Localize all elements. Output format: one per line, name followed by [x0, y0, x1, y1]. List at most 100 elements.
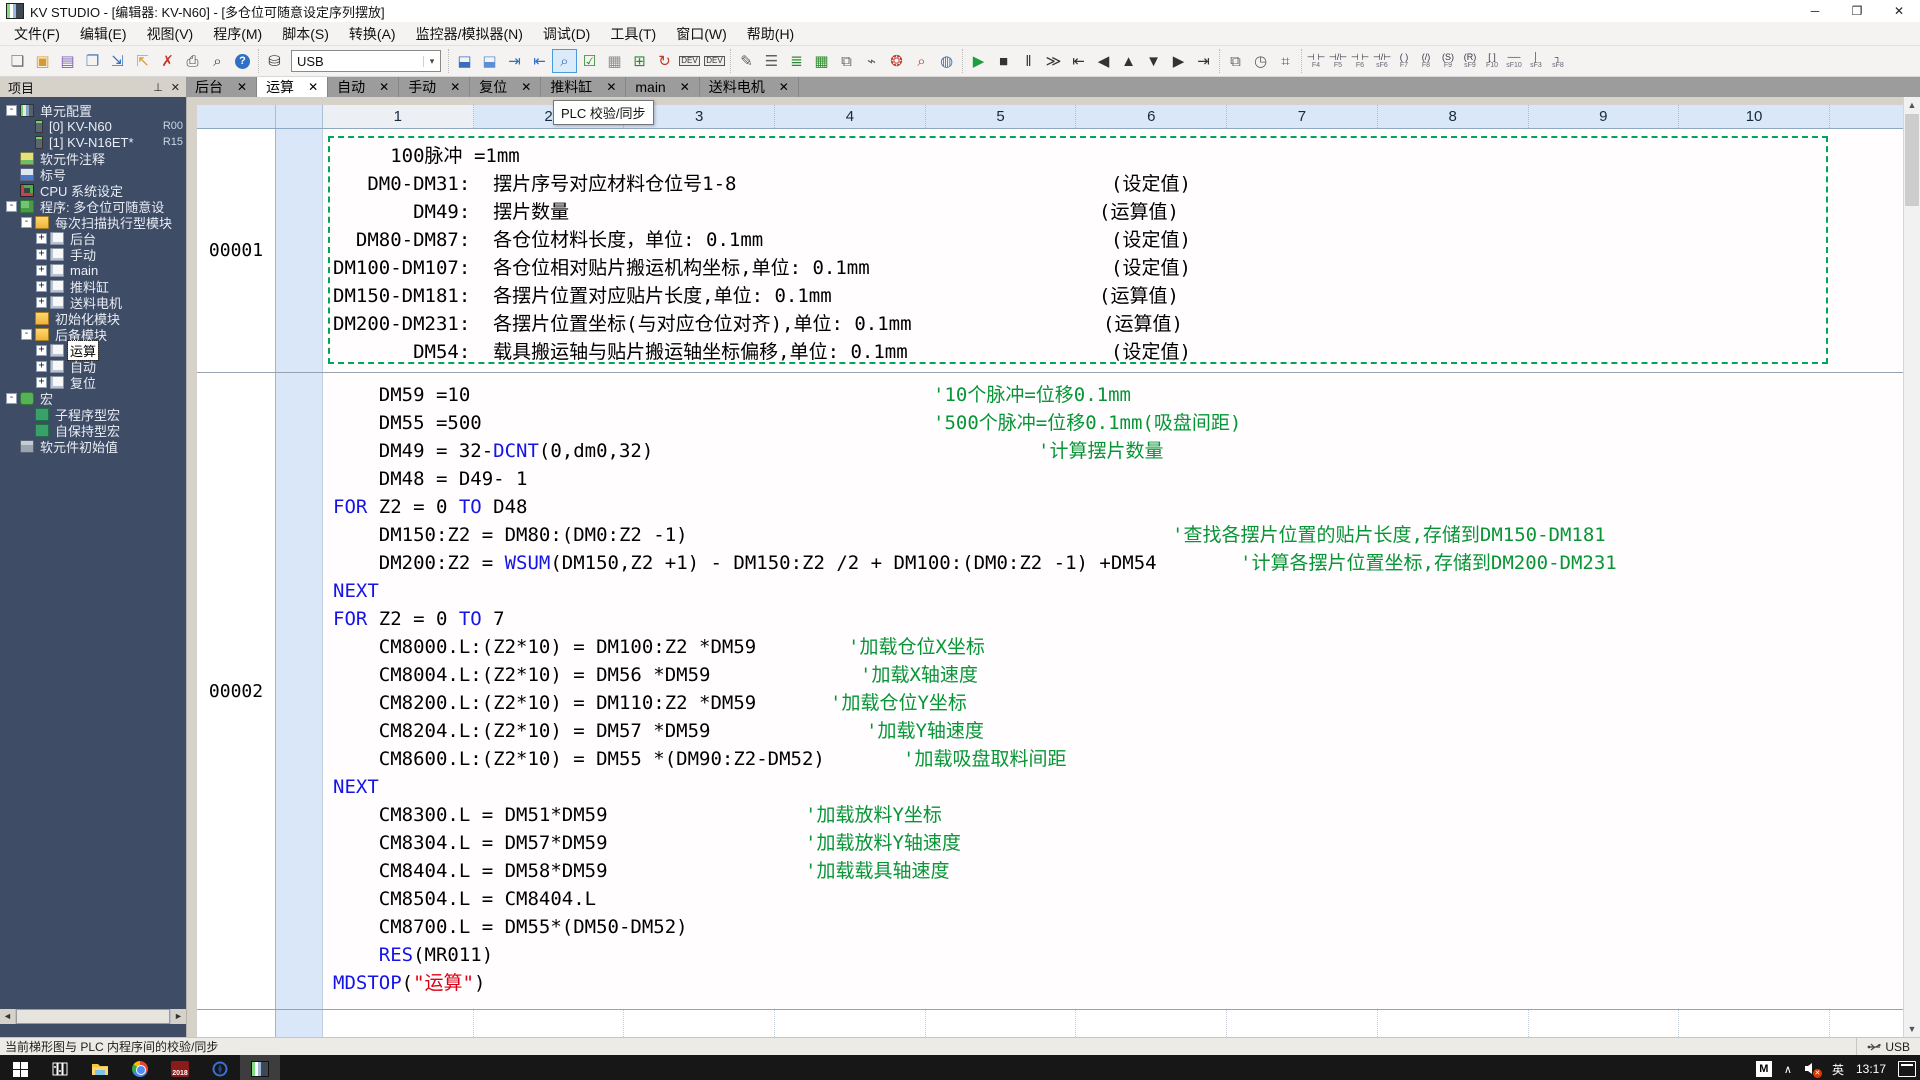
- contact-no-button[interactable]: ⊣ ⊢ F4: [1305, 49, 1327, 73]
- coil-reset-button[interactable]: (R) sF9: [1459, 49, 1481, 73]
- device-value-set-button[interactable]: DEV: [677, 49, 702, 73]
- expand-icon[interactable]: +: [36, 376, 47, 388]
- tab-close-icon[interactable]: ✕: [680, 80, 690, 94]
- save-as-button[interactable]: ❐: [80, 49, 105, 73]
- run-button[interactable]: ▶: [966, 49, 991, 73]
- tab-close-icon[interactable]: ✕: [521, 80, 531, 94]
- save-project-button[interactable]: ▤: [55, 49, 80, 73]
- pin-icon[interactable]: ⊥: [153, 81, 163, 94]
- ime-indicator[interactable]: 英: [1832, 1061, 1844, 1078]
- transfer-from-plc-button[interactable]: ⇤: [527, 49, 552, 73]
- stop-button[interactable]: ■: [991, 49, 1016, 73]
- collapse-icon[interactable]: -: [21, 328, 32, 340]
- compass-app-button[interactable]: [200, 1055, 240, 1080]
- sidebar-horizontal-scrollbar[interactable]: ◄ ►: [0, 1009, 186, 1024]
- scrollbar-thumb[interactable]: [1905, 114, 1919, 206]
- simulator-button[interactable]: ▦: [602, 49, 627, 73]
- menu-item-7[interactable]: 调试(D): [533, 22, 600, 46]
- expand-icon[interactable]: +: [36, 232, 47, 244]
- tab-close-icon[interactable]: ✕: [606, 80, 616, 94]
- file-explorer-button[interactable]: [80, 1055, 120, 1080]
- menu-item-9[interactable]: 窗口(W): [666, 22, 737, 46]
- expand-icon[interactable]: +: [36, 280, 47, 292]
- contact-or-no-button[interactable]: ⊣ ⊢ F6: [1349, 49, 1371, 73]
- nav-down-button[interactable]: ▼: [1141, 49, 1166, 73]
- tree-item-[0] KV-N60[interactable]: [0] KV-N60 R00: [0, 118, 186, 134]
- kv-studio-taskbar-button[interactable]: [240, 1055, 280, 1080]
- tab-close-icon[interactable]: ✕: [237, 80, 247, 94]
- block-content[interactable]: DM59 =10'10个脉冲=位移0.1mm DM55 =500'500个脉冲=…: [323, 373, 1903, 1009]
- block-content[interactable]: 100脉冲 =1mm DM0-DM31: 摆片序号对应材料仓位号1-8 (设定值)…: [323, 129, 1903, 372]
- print-button[interactable]: ⎙: [180, 49, 205, 73]
- panel-close-icon[interactable]: ✕: [171, 81, 180, 94]
- device-value-read-button[interactable]: DEV: [702, 49, 727, 73]
- collapse-icon[interactable]: -: [6, 200, 17, 212]
- export-file-button[interactable]: ⇱: [130, 49, 155, 73]
- clock[interactable]: 13:17: [1856, 1062, 1886, 1076]
- scrollbar-thumb[interactable]: [16, 1009, 170, 1024]
- contact-nc-button[interactable]: ⊣/⊢ F5: [1327, 49, 1349, 73]
- new-file-button[interactable]: ❏: [5, 49, 30, 73]
- menu-item-10[interactable]: 帮助(H): [737, 22, 804, 46]
- task-view-button[interactable]: [40, 1055, 80, 1080]
- expand-icon[interactable]: +: [36, 296, 47, 308]
- debug-button[interactable]: ❂: [884, 49, 909, 73]
- print-preview-button[interactable]: ⌕: [205, 49, 230, 73]
- menu-item-6[interactable]: 监控器/模拟器(N): [406, 22, 533, 46]
- scroll-left-icon[interactable]: ◄: [0, 1009, 15, 1024]
- tab-close-icon[interactable]: ✕: [308, 80, 318, 94]
- nav-prev-button[interactable]: ◀: [1091, 49, 1116, 73]
- tab-main[interactable]: main ✕: [626, 77, 700, 97]
- tree-item-软元件注释[interactable]: 软元件注释: [0, 150, 186, 167]
- tab-推料缸[interactable]: 推料缸 ✕: [541, 77, 627, 97]
- expand-icon[interactable]: +: [36, 360, 47, 372]
- search-device-button[interactable]: ⌕: [909, 49, 934, 73]
- registration-monitor-button[interactable]: ⊞: [627, 49, 652, 73]
- close-button[interactable]: ✕: [1878, 0, 1920, 22]
- tab-送料电机[interactable]: 送料电机 ✕: [700, 77, 799, 97]
- network-view-button[interactable]: ◍: [934, 49, 959, 73]
- device-comment-list-button[interactable]: ≣: [784, 49, 809, 73]
- paste-special-button[interactable]: ⧉: [1223, 49, 1248, 73]
- monitor-editor-button[interactable]: ⬓: [452, 49, 477, 73]
- menu-item-5[interactable]: 转换(A): [339, 22, 406, 46]
- grid-display-button[interactable]: ▦: [809, 49, 834, 73]
- hline-button[interactable]: ── sF10: [1503, 49, 1525, 73]
- start-button[interactable]: [0, 1055, 40, 1080]
- panel-splitter[interactable]: [186, 97, 197, 1037]
- collapse-icon[interactable]: -: [21, 216, 32, 228]
- menu-item-8[interactable]: 工具(T): [600, 22, 666, 46]
- menu-item-1[interactable]: 编辑(E): [70, 22, 137, 46]
- tab-手动[interactable]: 手动 ✕: [399, 77, 471, 97]
- menu-item-3[interactable]: 程序(M): [203, 22, 272, 46]
- scroll-right-icon[interactable]: ►: [171, 1009, 186, 1024]
- expand-icon[interactable]: +: [36, 248, 47, 260]
- menu-item-2[interactable]: 视图(V): [137, 22, 204, 46]
- tab-close-icon[interactable]: ✕: [779, 80, 789, 94]
- nav-first-button[interactable]: ⇤: [1066, 49, 1091, 73]
- scroll-down-icon[interactable]: ▼: [1904, 1021, 1920, 1037]
- instruction-box-button[interactable]: [ ] F10: [1481, 49, 1503, 73]
- vline-button[interactable]: │ sF3: [1525, 49, 1547, 73]
- collapse-icon[interactable]: -: [6, 392, 17, 404]
- coil-out-button[interactable]: ( ) F7: [1393, 49, 1415, 73]
- menu-item-4[interactable]: 脚本(S): [272, 22, 339, 46]
- tree-item-软元件初始值[interactable]: 软元件初始值: [0, 438, 186, 455]
- tab-close-icon[interactable]: ✕: [450, 80, 460, 94]
- monitor-start-button[interactable]: ☑: [577, 49, 602, 73]
- window-cascade-button[interactable]: ⧉: [834, 49, 859, 73]
- nav-up-button[interactable]: ▲: [1116, 49, 1141, 73]
- transfer-to-plc-button[interactable]: ⇥: [502, 49, 527, 73]
- expand-icon[interactable]: +: [36, 264, 47, 276]
- delete-file-button[interactable]: ✗: [155, 49, 180, 73]
- usb-connect-button[interactable]: ⌁: [859, 49, 884, 73]
- maximize-button[interactable]: ❐: [1836, 0, 1878, 22]
- tab-复位[interactable]: 复位 ✕: [470, 77, 542, 97]
- tab-后台[interactable]: 后台 ✕: [186, 77, 258, 97]
- help-button[interactable]: ?: [230, 49, 255, 73]
- action-center-icon[interactable]: [1898, 1061, 1916, 1077]
- line-list-button[interactable]: ☰: [759, 49, 784, 73]
- edit-mode-button[interactable]: ✎: [734, 49, 759, 73]
- editor-vertical-scrollbar[interactable]: ▲ ▼: [1903, 97, 1920, 1037]
- comm-port-select[interactable]: USB ▾: [291, 50, 441, 72]
